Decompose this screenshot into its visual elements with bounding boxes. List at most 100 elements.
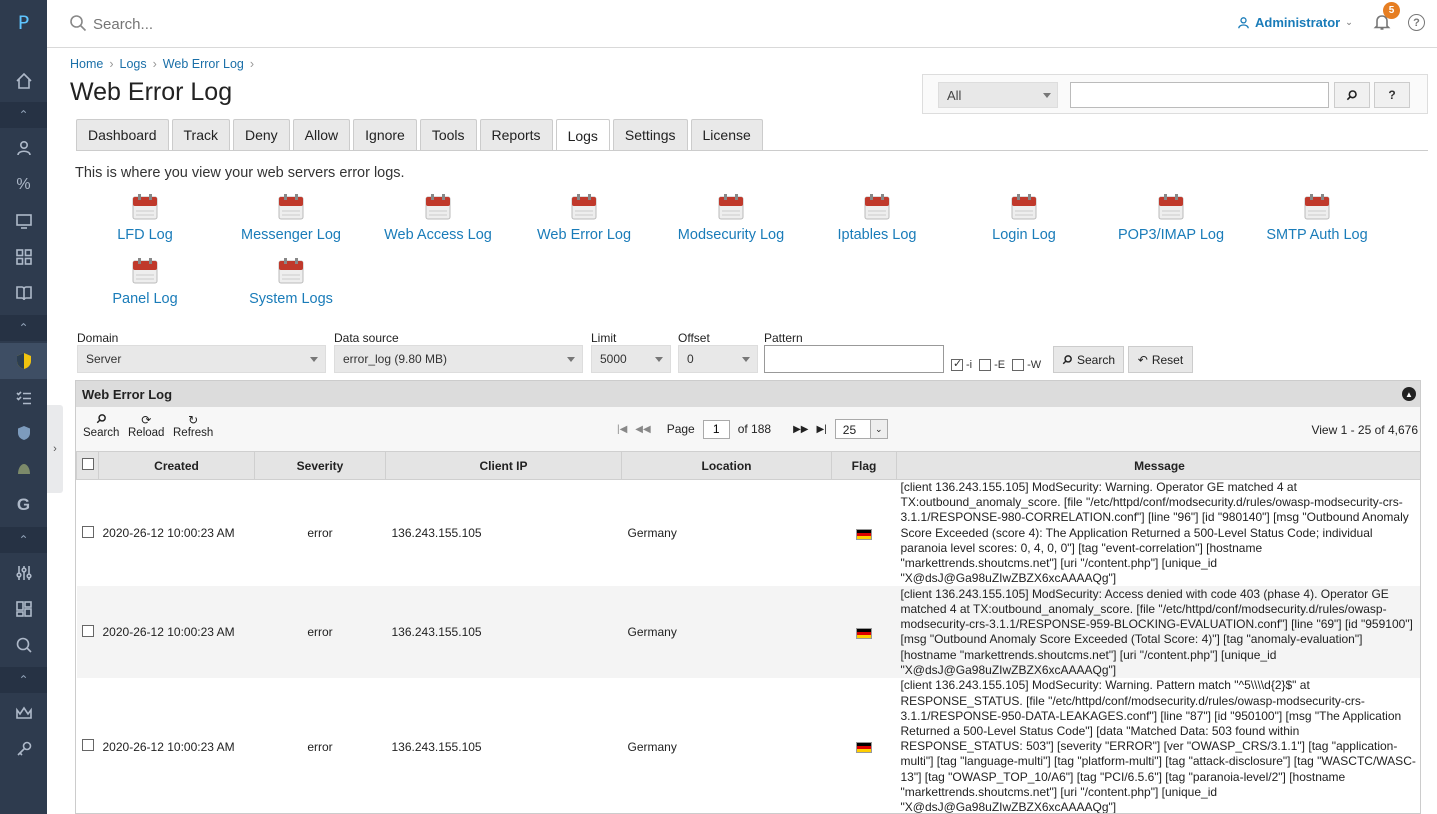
col-flag[interactable]: Flag — [831, 451, 897, 480]
dashboard-tiles-icon[interactable] — [0, 591, 47, 627]
col-message[interactable]: Message — [896, 451, 1420, 480]
tab-track[interactable]: Track — [171, 119, 230, 150]
domain-select[interactable]: Server — [77, 345, 326, 373]
tab-allow[interactable]: Allow — [292, 119, 351, 150]
shield-firewall-icon[interactable] — [0, 343, 47, 379]
quick-search-help-button[interactable]: ? — [1374, 82, 1410, 108]
log-link-1[interactable]: Messenger Log — [218, 193, 364, 243]
location-cell: Germany — [627, 526, 677, 541]
global-search-input[interactable] — [93, 12, 493, 36]
col-created[interactable]: Created — [98, 451, 255, 480]
row-checkbox[interactable] — [81, 739, 94, 752]
tab-settings[interactable]: Settings — [612, 119, 688, 150]
log-link-label: Messenger Log — [241, 227, 341, 243]
search-analytics-icon[interactable] — [0, 627, 47, 663]
case-insensitive-checkbox[interactable] — [951, 357, 963, 371]
col-location[interactable]: Location — [621, 451, 832, 480]
row-checkbox[interactable] — [81, 525, 94, 538]
next-page-icon[interactable]: ▶▶ — [793, 424, 808, 435]
book-icon[interactable] — [0, 275, 47, 311]
grid-refresh-button[interactable]: ↻ Refresh — [173, 413, 213, 439]
shield-icon[interactable] — [0, 415, 47, 451]
chevron-up-icon-3[interactable]: ⌃ — [0, 527, 47, 553]
select-all-checkbox[interactable] — [81, 458, 94, 470]
table-row[interactable]: 2020-26-12 10:00:23 AM error 136.243.155.1… — [77, 678, 1421, 813]
tab-ignore[interactable]: Ignore — [353, 119, 417, 150]
tab-tools[interactable]: Tools — [419, 119, 477, 150]
caret-down-icon — [1043, 93, 1051, 98]
table-header-row: Created Severity Client IP Location Flag… — [76, 451, 1420, 480]
log-link-3[interactable]: Web Error Log — [511, 193, 657, 243]
rows-per-page-select[interactable]: 25 ⌄ — [834, 419, 888, 439]
chevron-up-icon-4[interactable]: ⌃ — [0, 667, 47, 693]
help-icon[interactable]: ? — [1408, 14, 1425, 31]
chevron-up-icon-2[interactable]: ⌃ — [0, 315, 47, 341]
row-select-cell — [76, 586, 99, 679]
col-client-ip[interactable]: Client IP — [385, 451, 622, 480]
filter-reset-button[interactable]: ↶ Reset — [1128, 346, 1193, 373]
breadcrumb-web-error-log[interactable]: Web Error Log — [163, 57, 244, 71]
log-table: Created Severity Client IP Location Flag… — [76, 451, 1421, 813]
tab-dashboard[interactable]: Dashboard — [76, 119, 169, 150]
collapse-up-icon[interactable]: ▲ — [1402, 387, 1416, 401]
whole-word-checkbox[interactable] — [1012, 359, 1025, 371]
first-page-icon[interactable]: |◀ — [617, 424, 627, 435]
log-link-9[interactable]: Panel Log — [72, 257, 218, 307]
log-link-10[interactable]: System Logs — [218, 257, 364, 307]
log-link-7[interactable]: POP3/IMAP Log — [1098, 193, 1244, 243]
quick-search-input[interactable] — [1070, 82, 1329, 108]
pattern-input[interactable] — [764, 345, 944, 373]
flag-cell — [832, 480, 897, 587]
log-link-6[interactable]: Login Log — [951, 193, 1097, 243]
percent-icon[interactable]: % — [0, 167, 47, 203]
page-label: Page — [666, 422, 695, 436]
table-row[interactable]: 2020-26-12 10:00:23 AM error 136.243.155.1… — [76, 586, 1420, 679]
home-icon[interactable] — [0, 63, 47, 99]
google-icon[interactable]: G — [0, 487, 47, 523]
log-link-4[interactable]: Modsecurity Log — [658, 193, 804, 243]
quick-search-button[interactable] — [1334, 82, 1370, 108]
breadcrumb-logs[interactable]: Logs — [120, 57, 147, 71]
user-menu[interactable]: Administrator ⌄ — [1237, 15, 1353, 30]
page-number-input[interactable] — [702, 419, 730, 439]
offset-select[interactable]: 0 — [678, 345, 758, 373]
table-row[interactable]: 2020-26-12 10:00:23 AM error 136.243.155.1… — [77, 480, 1421, 587]
tab-license[interactable]: License — [690, 119, 763, 150]
refresh-icon: ↻ — [188, 413, 199, 427]
apps-grid-icon[interactable] — [0, 239, 47, 275]
key-icon[interactable] — [0, 731, 47, 767]
undo-icon: ↶ — [1137, 352, 1148, 367]
log-link-5[interactable]: Iptables Log — [804, 193, 950, 243]
data-source-select[interactable]: error_log (9.80 MB) — [334, 345, 583, 373]
grid-reload-button[interactable]: ⟳ Reload — [128, 413, 164, 439]
extended-regex-checkbox[interactable] — [979, 359, 992, 371]
row-checkbox[interactable] — [81, 624, 94, 637]
app-logo[interactable]: P — [0, 12, 47, 34]
domain-label: Domain — [77, 331, 119, 345]
user-icon[interactable] — [0, 130, 47, 166]
crown-icon[interactable] — [0, 695, 47, 731]
breadcrumb-home[interactable]: Home — [70, 57, 103, 71]
limit-select[interactable]: 5000 — [591, 345, 671, 373]
chevron-up-icon[interactable]: ⌃ — [0, 102, 47, 128]
sliders-icon[interactable] — [0, 555, 47, 591]
last-page-icon[interactable]: ▶| — [816, 424, 826, 435]
flag-cell — [831, 586, 897, 679]
sidebar-collapse-handle[interactable]: › — [47, 405, 63, 493]
tab-logs[interactable]: Logs — [555, 119, 610, 151]
filter-search-button[interactable]: Search — [1053, 346, 1124, 373]
col-severity[interactable]: Severity — [254, 451, 386, 480]
tab-deny[interactable]: Deny — [232, 119, 290, 150]
log-link-8[interactable]: SMTP Auth Log — [1244, 193, 1390, 243]
prev-page-icon[interactable]: ◀◀ — [635, 424, 650, 435]
grid-search-button[interactable]: Search — [83, 413, 119, 439]
monitor-icon[interactable] — [0, 203, 47, 239]
tab-reports[interactable]: Reports — [479, 119, 553, 150]
log-link-label: Web Error Log — [536, 227, 632, 243]
search-scope-select[interactable]: All — [938, 82, 1058, 108]
checklist-icon[interactable] — [0, 380, 47, 416]
calendar-icon — [571, 194, 597, 220]
imunify-icon[interactable] — [0, 451, 47, 487]
log-link-0[interactable]: LFD Log — [72, 193, 218, 243]
log-link-2[interactable]: Web Access Log — [365, 193, 511, 243]
